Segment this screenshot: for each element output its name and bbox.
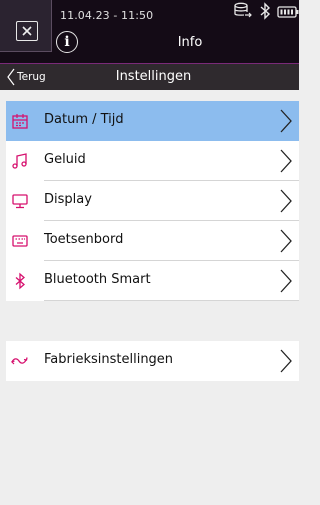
- settings-item-label: Display: [44, 192, 92, 207]
- top-bar: 11.04.23 - 11:50 i Info: [0, 0, 299, 63]
- chevron-right-icon: [280, 149, 292, 173]
- database-sync-icon: [233, 2, 253, 24]
- factory-section: Fabrieksinstellingen: [6, 341, 299, 381]
- info-icon[interactable]: i: [56, 31, 78, 53]
- settings-item-label: Fabrieksinstellingen: [44, 352, 174, 367]
- nav-bar: Terug Instellingen: [0, 64, 299, 90]
- settings-item-label: Geluid: [44, 152, 86, 167]
- chevron-right-icon: [280, 349, 292, 373]
- status-datetime: 11.04.23 - 11:50: [60, 9, 154, 22]
- settings-item-geluid[interactable]: Geluid: [6, 141, 299, 181]
- chevron-right-icon: [280, 229, 292, 253]
- calendar-icon: [11, 112, 29, 130]
- chevron-right-icon: [280, 189, 292, 213]
- status-icons: [233, 2, 299, 24]
- close-button[interactable]: [0, 0, 52, 52]
- battery-icon: [277, 4, 299, 23]
- monitor-icon: [11, 192, 29, 210]
- factory-reset-icon: [11, 352, 29, 370]
- chevron-right-icon: [280, 269, 292, 293]
- settings-item-datum-tijd[interactable]: Datum / Tijd: [6, 101, 299, 141]
- settings-item-fabrieksinstellingen[interactable]: Fabrieksinstellingen: [6, 341, 299, 381]
- close-icon: [16, 21, 38, 41]
- settings-item-toetsenbord[interactable]: Toetsenbord: [6, 221, 299, 261]
- divider: [44, 300, 299, 301]
- settings-item-bluetooth-smart[interactable]: Bluetooth Smart: [6, 261, 299, 301]
- settings-item-display[interactable]: Display: [6, 181, 299, 221]
- info-glyph: i: [64, 34, 70, 50]
- bluetooth-icon: [11, 272, 29, 290]
- settings-item-label: Datum / Tijd: [44, 112, 124, 127]
- settings-item-label: Toetsenbord: [44, 232, 124, 247]
- chevron-right-icon: [280, 109, 292, 133]
- keyboard-icon: [11, 232, 29, 250]
- music-note-icon: [11, 152, 29, 170]
- page-title: Instellingen: [115, 69, 192, 84]
- screen-title: Info: [177, 35, 203, 50]
- settings-item-label: Bluetooth Smart: [44, 272, 151, 287]
- settings-list: Datum / Tijd Geluid Display Toetsenbord …: [6, 101, 299, 301]
- bluetooth-icon: [259, 2, 271, 24]
